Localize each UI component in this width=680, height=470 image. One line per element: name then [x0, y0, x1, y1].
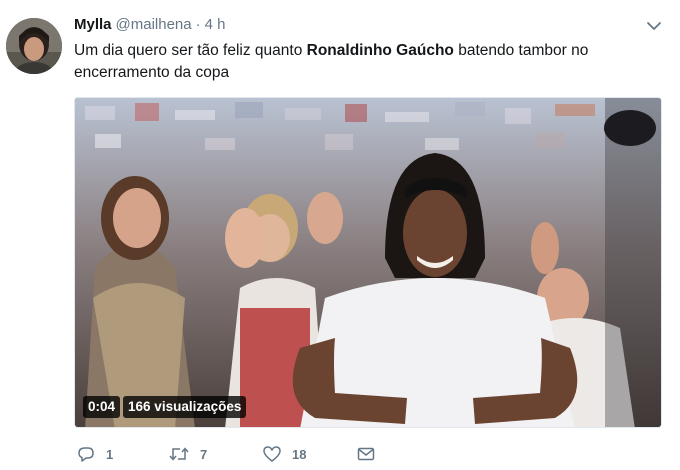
video-frame — [75, 98, 661, 427]
retweet-count: 7 — [200, 446, 208, 462]
header-separator: · — [195, 16, 201, 33]
tweet-timestamp[interactable]: 4 h — [205, 16, 226, 33]
chevron-down-icon[interactable] — [644, 16, 664, 36]
heart-icon — [262, 444, 282, 464]
avatar[interactable] — [6, 18, 62, 74]
like-button[interactable]: 18 — [262, 444, 306, 464]
tweet-header: Mylla @mailhena · 4 h — [74, 16, 225, 36]
reply-icon — [76, 444, 96, 464]
tweet-actions: 1 7 18 — [74, 444, 474, 466]
tweet-text-bold: Ronaldinho Gaúcho — [306, 42, 454, 59]
tweet-text: Um dia quero ser tão feliz quanto Ronald… — [74, 40, 664, 84]
direct-message-button[interactable] — [356, 444, 376, 464]
video-overlay: 0:04 166 visualizações — [83, 396, 247, 418]
author-name[interactable]: Mylla — [74, 16, 112, 33]
video-view-count: 166 visualizações — [123, 396, 247, 418]
reply-button[interactable]: 1 — [76, 444, 113, 464]
author-handle[interactable]: @mailhena — [116, 16, 192, 33]
retweet-button[interactable]: 7 — [168, 444, 207, 464]
tweet-text-part: Um dia quero ser tão feliz quanto — [74, 42, 307, 59]
video-duration: 0:04 — [83, 396, 121, 418]
reply-count: 1 — [106, 446, 114, 462]
envelope-icon — [356, 444, 376, 464]
video-player[interactable]: 0:04 166 visualizações — [74, 97, 662, 428]
like-count: 18 — [292, 446, 307, 462]
tweet-card: Mylla @mailhena · 4 h Um dia quero ser t… — [0, 0, 680, 470]
retweet-icon — [168, 444, 190, 464]
